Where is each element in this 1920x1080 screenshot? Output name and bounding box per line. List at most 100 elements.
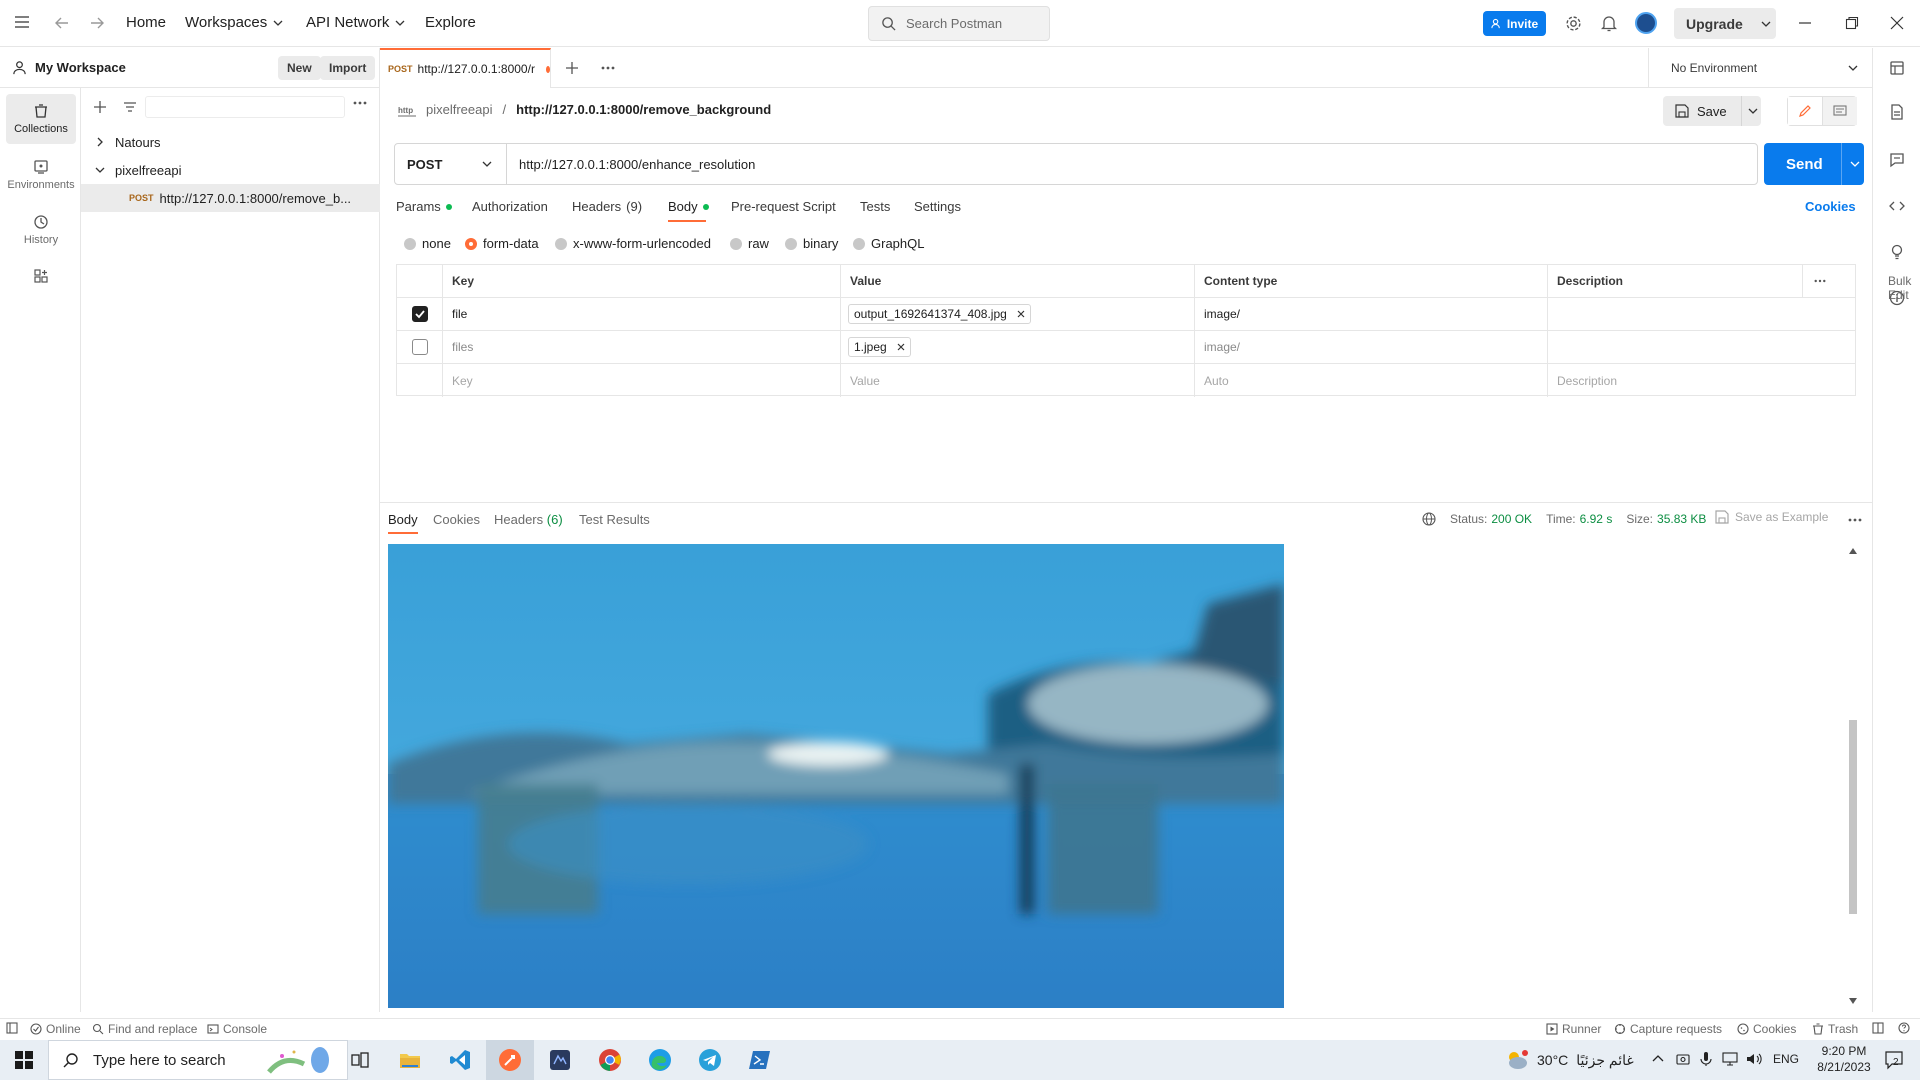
volume-icon[interactable] [1746, 1052, 1762, 1066]
console-button[interactable]: Console [207, 1022, 267, 1036]
remove-file-icon[interactable] [897, 343, 905, 351]
notifications-bell-icon[interactable] [1601, 15, 1617, 32]
task-view-icon[interactable] [336, 1040, 384, 1080]
windows-start-icon[interactable] [0, 1040, 48, 1080]
import-button[interactable]: Import [320, 56, 376, 80]
value-input[interactable]: Value [841, 364, 1195, 397]
tree-item-request[interactable]: POST http://127.0.0.1:8000/remove_b... [81, 184, 380, 212]
response-options-icon[interactable] [1848, 518, 1862, 522]
response-tab-cookies[interactable]: Cookies [433, 512, 480, 527]
description-cell[interactable] [1548, 298, 1855, 331]
filter-icon[interactable] [123, 100, 137, 114]
postman-taskbar-icon[interactable] [486, 1040, 534, 1080]
comments-icon[interactable] [1889, 152, 1905, 168]
code-icon[interactable] [1889, 198, 1905, 214]
maximize-icon[interactable] [1845, 16, 1859, 30]
environment-quicklook-icon[interactable] [1889, 60, 1905, 76]
content-type-input[interactable]: Auto [1195, 364, 1548, 397]
minimize-icon[interactable] [1798, 16, 1812, 30]
row-checkbox[interactable] [411, 339, 428, 355]
size-value[interactable]: 35.83 KB [1657, 512, 1706, 526]
breadcrumb-request-name[interactable]: http://127.0.0.1:8000/remove_background [516, 102, 771, 117]
time-value[interactable]: 6.92 s [1580, 512, 1613, 526]
toggle-sidebar-icon[interactable] [6, 1022, 18, 1034]
status-value[interactable]: 200 OK [1491, 512, 1532, 526]
radio-graphql[interactable]: GraphQL [853, 236, 924, 251]
more-options-icon[interactable] [353, 101, 367, 105]
globe-icon[interactable] [1422, 512, 1436, 526]
method-dropdown[interactable]: POST [395, 144, 507, 184]
tree-item-pixelfreeapi[interactable]: pixelfreeapi [81, 156, 380, 184]
response-tab-test-results[interactable]: Test Results [579, 512, 650, 527]
tab-params[interactable]: Params [396, 199, 452, 214]
new-tab-plus-icon[interactable] [565, 61, 579, 75]
file-explorer-icon[interactable] [386, 1040, 434, 1080]
scroll-up-arrow-icon[interactable] [1849, 548, 1857, 554]
show-hidden-icons-chevron[interactable] [1652, 1053, 1664, 1065]
url-input[interactable]: http://127.0.0.1:8000/enhance_resolution [519, 144, 755, 184]
tab-headers[interactable]: Headers (9) [572, 199, 642, 214]
value-cell[interactable]: 1.jpeg [841, 331, 1195, 364]
response-tab-headers[interactable]: Headers (6) [494, 512, 563, 527]
response-divider[interactable] [380, 502, 1872, 503]
save-button[interactable]: Save [1663, 96, 1761, 126]
scroll-down-arrow-icon[interactable] [1849, 998, 1857, 1004]
chrome-icon[interactable] [586, 1040, 634, 1080]
nav-workspaces[interactable]: Workspaces [185, 14, 283, 31]
add-collection-icon[interactable] [93, 100, 107, 114]
vscode-icon[interactable] [436, 1040, 484, 1080]
sidebar-item-environments[interactable]: Environments [6, 150, 76, 200]
tab-pre-request-script[interactable]: Pre-request Script [731, 199, 836, 214]
help-icon[interactable] [1898, 1022, 1910, 1034]
cookies-button[interactable]: Cookies [1737, 1022, 1796, 1036]
camera-icon[interactable] [1676, 1052, 1690, 1066]
search-input[interactable]: Search Postman [868, 6, 1050, 41]
description-input[interactable]: Description [1548, 364, 1855, 397]
radio-none[interactable]: none [404, 236, 451, 251]
settings-gear-icon[interactable] [1565, 15, 1582, 32]
radio-urlencoded[interactable]: x-www-form-urlencoded [555, 236, 711, 251]
tab-settings[interactable]: Settings [914, 199, 961, 214]
key-cell[interactable]: files [443, 331, 841, 364]
tab-body[interactable]: Body [668, 199, 709, 214]
key-input[interactable]: Key [443, 364, 841, 397]
collections-search-input[interactable] [145, 96, 345, 118]
scrollbar-thumb[interactable] [1849, 720, 1857, 914]
comment-view-icon[interactable] [1823, 97, 1857, 125]
tab-tests[interactable]: Tests [860, 199, 890, 214]
layout-toggle-icon[interactable] [1872, 1022, 1884, 1034]
runner-button[interactable]: Runner [1546, 1022, 1601, 1036]
nav-home[interactable]: Home [126, 14, 166, 31]
microphone-icon[interactable] [1700, 1051, 1712, 1067]
lightbulb-icon[interactable] [1889, 244, 1905, 260]
input-language[interactable]: ENG [1773, 1052, 1799, 1066]
nav-api-network[interactable]: API Network [306, 14, 405, 31]
avatar[interactable] [1635, 12, 1657, 34]
nav-explore[interactable]: Explore [425, 14, 476, 31]
content-type-cell[interactable]: image/ [1195, 298, 1548, 331]
description-cell[interactable] [1548, 331, 1855, 364]
weather-widget[interactable]: 30°C غائم جزئيًا [1505, 1040, 1634, 1080]
remove-file-icon[interactable] [1017, 310, 1025, 318]
radio-form-data[interactable]: form-data [465, 236, 539, 251]
radio-raw[interactable]: raw [730, 236, 769, 251]
network-icon[interactable] [1722, 1052, 1738, 1066]
value-cell[interactable]: output_1692641374_408.jpg [841, 298, 1195, 331]
documentation-icon[interactable] [1889, 104, 1905, 120]
environment-selector[interactable]: No Environment [1648, 48, 1872, 88]
row-checkbox[interactable] [411, 306, 428, 322]
tab-authorization[interactable]: Authorization [472, 199, 548, 214]
menu-icon[interactable] [14, 14, 30, 30]
invite-button[interactable]: Invite [1483, 11, 1546, 36]
bulk-edit-link[interactable]: Bulk Edit [1888, 274, 1911, 302]
more-options-icon[interactable] [1814, 279, 1826, 283]
radio-binary[interactable]: binary [785, 236, 838, 251]
breadcrumb-collection[interactable]: pixelfreeapi [426, 102, 493, 117]
sidebar-item-history[interactable]: History [6, 205, 76, 255]
request-tab[interactable]: POST http://127.0.0.1:8000/r [380, 48, 551, 88]
tab-options-icon[interactable] [601, 66, 615, 70]
clock[interactable]: 9:20 PM 8/21/2023 [1812, 1043, 1876, 1075]
tree-item-natours[interactable]: Natours [81, 128, 380, 156]
telegram-icon[interactable] [686, 1040, 734, 1080]
notification-center-icon[interactable]: 2 [1884, 1050, 1904, 1070]
